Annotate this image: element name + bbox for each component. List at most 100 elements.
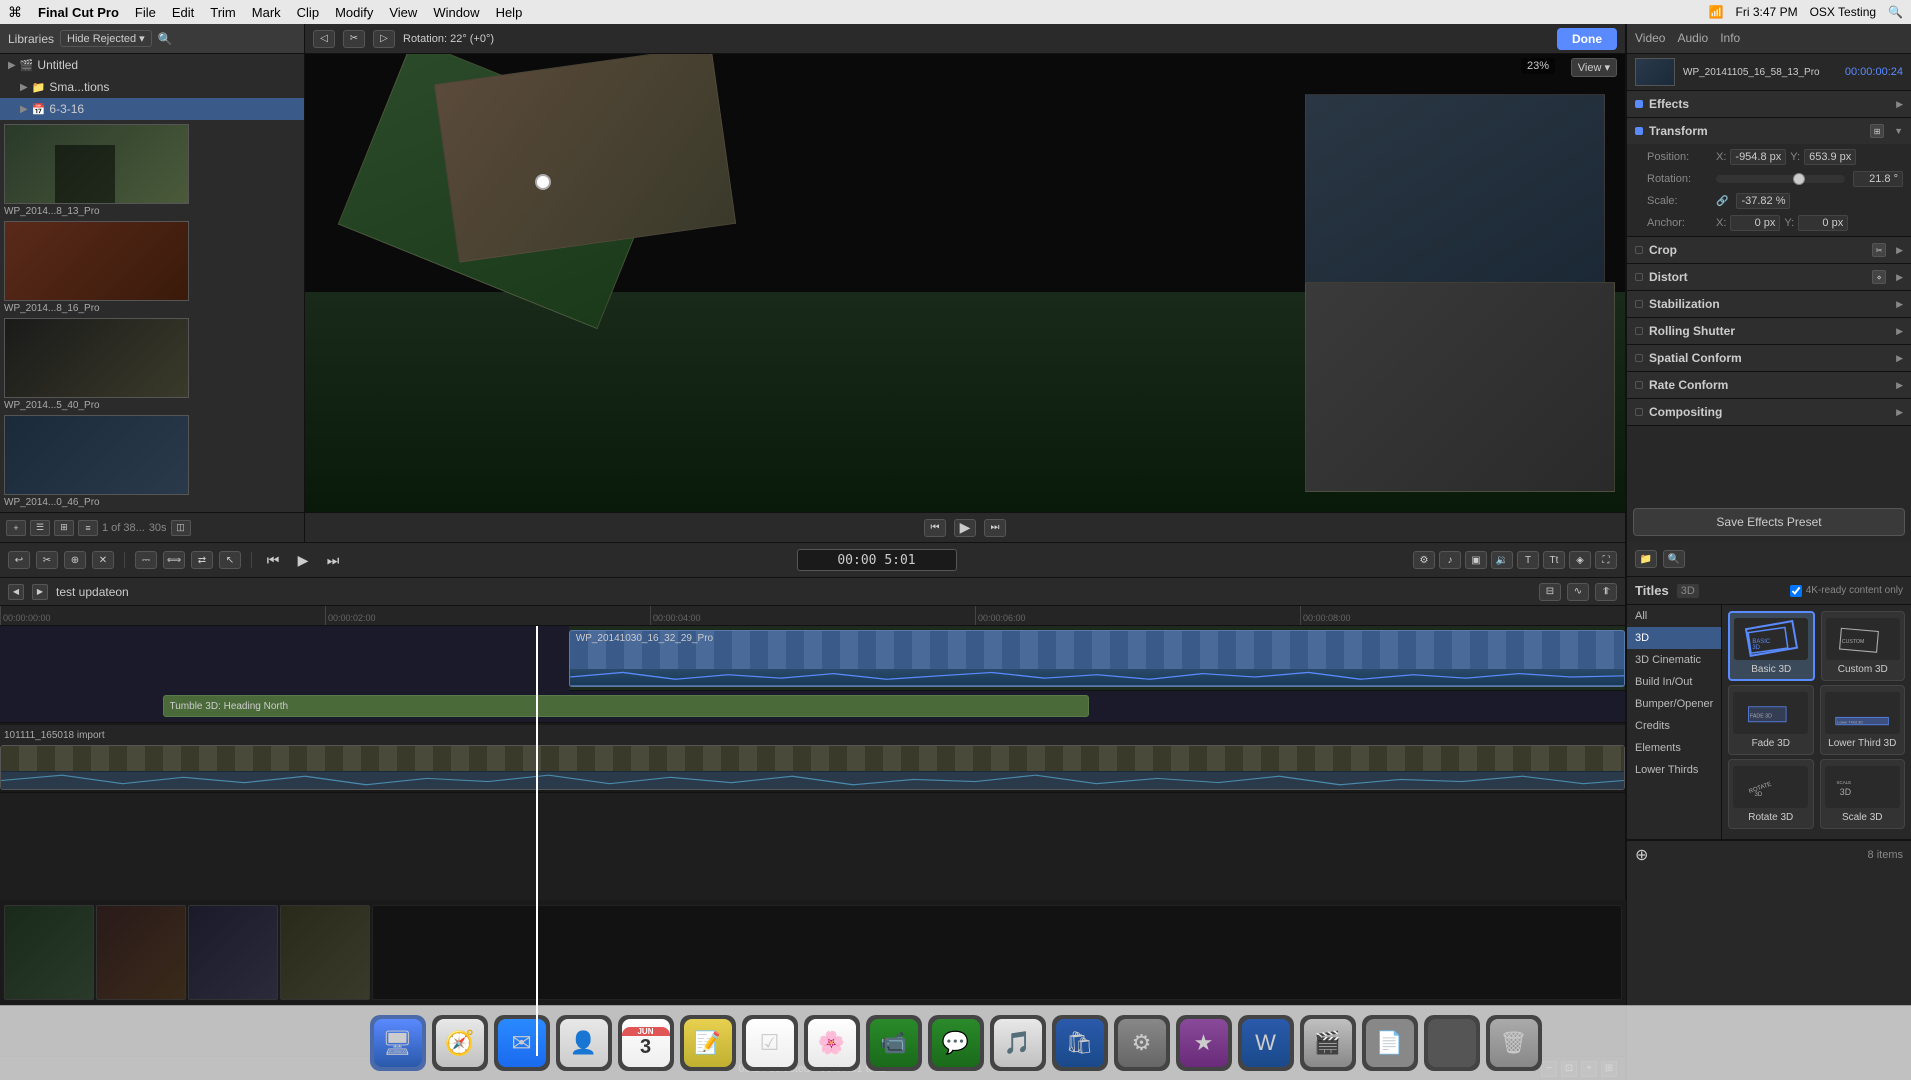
library-search-icon[interactable]: 🔍 bbox=[158, 32, 173, 46]
scale-value[interactable]: -37.82 % bbox=[1736, 193, 1790, 209]
viewer-nav-right[interactable]: ▷ bbox=[373, 30, 395, 48]
play-button[interactable]: ▶ bbox=[954, 519, 976, 537]
position-tool[interactable]: ⇄ bbox=[191, 551, 213, 569]
trim-tool[interactable]: ⟺ bbox=[163, 551, 185, 569]
effect-tile-lower-third-3d[interactable]: Lower Third 3D Lower Third 3D bbox=[1820, 685, 1906, 755]
dock-finder2[interactable]: 📄 bbox=[1362, 1015, 1418, 1071]
tree-item-6-3-16[interactable]: ▶ 📅 6-3-16 bbox=[0, 98, 304, 120]
effect-tile-basic-3d[interactable]: BASIC 3D Basic 3D bbox=[1728, 611, 1815, 681]
dock-finder[interactable]: 🖥 bbox=[370, 1015, 426, 1071]
tl-audio-waveform-btn[interactable]: ∿ bbox=[1567, 583, 1589, 601]
fullscreen-tl-btn[interactable]: ⛶ bbox=[1595, 551, 1617, 569]
viewer-nav-left[interactable]: ◁ bbox=[313, 30, 335, 48]
audio-btn[interactable]: ♪ bbox=[1439, 551, 1461, 569]
dock-reminders[interactable]: ☑ bbox=[742, 1015, 798, 1071]
anchor-y-value[interactable]: 0 px bbox=[1798, 215, 1848, 231]
tl-zoom-fit-btn[interactable]: ⊟ bbox=[1539, 583, 1561, 601]
cat-3d[interactable]: 3D bbox=[1627, 627, 1721, 649]
go-to-end-btn[interactable]: ⏭ bbox=[984, 519, 1006, 537]
effect-tile-scale-3d[interactable]: SCALE 3D Scale 3D bbox=[1820, 759, 1906, 829]
thumbnail-item-3[interactable]: WP_2014...5_40_Pro bbox=[4, 318, 300, 411]
modify-menu[interactable]: Modify bbox=[335, 5, 373, 20]
title-btn[interactable]: T bbox=[1517, 551, 1539, 569]
add-library-btn[interactable]: + bbox=[6, 520, 26, 536]
cut-btn[interactable]: ✂ bbox=[36, 551, 58, 569]
dock-messages[interactable]: 💬 bbox=[928, 1015, 984, 1071]
text-btn[interactable]: Tt bbox=[1543, 551, 1565, 569]
effect-tile-fade-3d[interactable]: FADE 3D Fade 3D bbox=[1728, 685, 1814, 755]
dock-trash[interactable]: 🗑 bbox=[1486, 1015, 1542, 1071]
cat-build-in-out[interactable]: Build In/Out bbox=[1627, 671, 1721, 693]
go-to-start-btn[interactable]: ⏮ bbox=[924, 519, 946, 537]
thumbnail-item-1[interactable]: WP_2014...8_13_Pro bbox=[4, 124, 300, 217]
dock-contacts[interactable]: 👤 bbox=[556, 1015, 612, 1071]
cat-lower-thirds[interactable]: Lower Thirds bbox=[1627, 759, 1721, 781]
rate-conform-header[interactable]: Rate Conform ▶ bbox=[1627, 372, 1911, 398]
dock-appstore[interactable]: 🛍 bbox=[1052, 1015, 1108, 1071]
transform-section-header[interactable]: Transform ⊞ ▼ bbox=[1627, 118, 1911, 144]
paste-btn[interactable]: ⊕ bbox=[64, 551, 86, 569]
clip-menu[interactable]: Clip bbox=[297, 5, 319, 20]
rotation-value[interactable]: 21.8 ° bbox=[1853, 171, 1903, 187]
dock-word[interactable]: W bbox=[1238, 1015, 1294, 1071]
inspector-tab-info[interactable]: Info bbox=[1720, 31, 1740, 47]
distort-mode-btn[interactable]: ⋄ bbox=[1872, 270, 1886, 284]
trim-menu[interactable]: Trim bbox=[210, 5, 236, 20]
cat-credits[interactable]: Credits bbox=[1627, 715, 1721, 737]
dock-safari[interactable]: 🧭 bbox=[432, 1015, 488, 1071]
distort-section-header[interactable]: Distort ⋄ ▶ bbox=[1627, 264, 1911, 290]
transform-reset-btn[interactable]: ⊞ bbox=[1870, 124, 1884, 138]
rotation-handle[interactable] bbox=[535, 174, 551, 190]
stabilization-section-header[interactable]: Stabilization ▶ bbox=[1627, 291, 1911, 317]
view-button[interactable]: View ▾ bbox=[1571, 58, 1617, 77]
import-clip[interactable] bbox=[0, 745, 1625, 790]
tree-item-untitled[interactable]: ▶ 🎬 Untitled bbox=[0, 54, 304, 76]
dock-affinity[interactable]: ★ bbox=[1176, 1015, 1232, 1071]
go-to-end-tl[interactable]: ⏭ bbox=[322, 550, 344, 570]
crop-mode-btn[interactable]: ✂ bbox=[1872, 243, 1886, 257]
effects-add-btn[interactable]: ⊕ bbox=[1635, 845, 1648, 865]
cat-elements[interactable]: Elements bbox=[1627, 737, 1721, 759]
filter-btn[interactable]: ☰ bbox=[30, 520, 50, 536]
clip-appearance-btn[interactable]: ◫ bbox=[171, 520, 191, 536]
4k-only-checkbox[interactable] bbox=[1790, 585, 1802, 597]
rolling-shutter-header[interactable]: Rolling Shutter ▶ bbox=[1627, 318, 1911, 344]
go-to-start-tl[interactable]: ⏮ bbox=[262, 550, 284, 570]
effect-tile-rotate-3d[interactable]: ROTATE 3D Rotate 3D bbox=[1728, 759, 1814, 829]
cat-bumper-opener[interactable]: Bumper/Opener bbox=[1627, 693, 1721, 715]
cat-all[interactable]: All bbox=[1627, 605, 1721, 627]
tl-skimming-btn[interactable]: ⥣ bbox=[1595, 583, 1617, 601]
video-btn[interactable]: ▣ bbox=[1465, 551, 1487, 569]
delete-btn[interactable]: ✕ bbox=[92, 551, 114, 569]
mark-menu[interactable]: Mark bbox=[252, 5, 281, 20]
help-menu[interactable]: Help bbox=[496, 5, 523, 20]
inspector-tab-video[interactable]: Video bbox=[1635, 31, 1665, 47]
done-button[interactable]: Done bbox=[1557, 28, 1617, 50]
spatial-conform-header[interactable]: Spatial Conform ▶ bbox=[1627, 345, 1911, 371]
primary-clip[interactable]: WP_20141030_16_32_29_Pro bbox=[569, 630, 1625, 687]
tl-nav-next[interactable]: ▶ bbox=[32, 584, 48, 600]
dock-facetime[interactable]: 📹 bbox=[866, 1015, 922, 1071]
title-clip[interactable]: Tumble 3D: Heading North bbox=[163, 695, 1089, 717]
save-effects-preset-button[interactable]: Save Effects Preset bbox=[1633, 508, 1905, 536]
pos-y-value[interactable]: 653.9 px bbox=[1804, 149, 1856, 165]
effects-search-btn[interactable]: 🔍 bbox=[1663, 550, 1685, 568]
grid-view-btn[interactable]: ⊞ bbox=[54, 520, 74, 536]
search-icon[interactable]: 🔍 bbox=[1888, 5, 1903, 19]
edit-menu[interactable]: Edit bbox=[172, 5, 194, 20]
undo-btn[interactable]: ↩ bbox=[8, 551, 30, 569]
effects-folder-btn[interactable]: 📁 bbox=[1635, 550, 1657, 568]
app-name-menu[interactable]: Final Cut Pro bbox=[38, 5, 119, 20]
pos-x-value[interactable]: -954.8 px bbox=[1730, 149, 1786, 165]
tl-nav-prev[interactable]: ◀ bbox=[8, 584, 24, 600]
effect-btn[interactable]: ◈ bbox=[1569, 551, 1591, 569]
apple-menu-icon[interactable]: ⌘ bbox=[8, 4, 22, 21]
scale-link-icon[interactable]: 🔗 bbox=[1716, 196, 1728, 207]
list-view-btn[interactable]: ≡ bbox=[78, 520, 98, 536]
thumbnail-item-2[interactable]: WP_2014...8_16_Pro bbox=[4, 221, 300, 314]
dock-photos[interactable]: 🌸 bbox=[804, 1015, 860, 1071]
file-menu[interactable]: File bbox=[135, 5, 156, 20]
cat-3d-cinematic[interactable]: 3D Cinematic bbox=[1627, 649, 1721, 671]
settings-btn[interactable]: ⚙ bbox=[1413, 551, 1435, 569]
dock-notes[interactable]: 📝 bbox=[680, 1015, 736, 1071]
